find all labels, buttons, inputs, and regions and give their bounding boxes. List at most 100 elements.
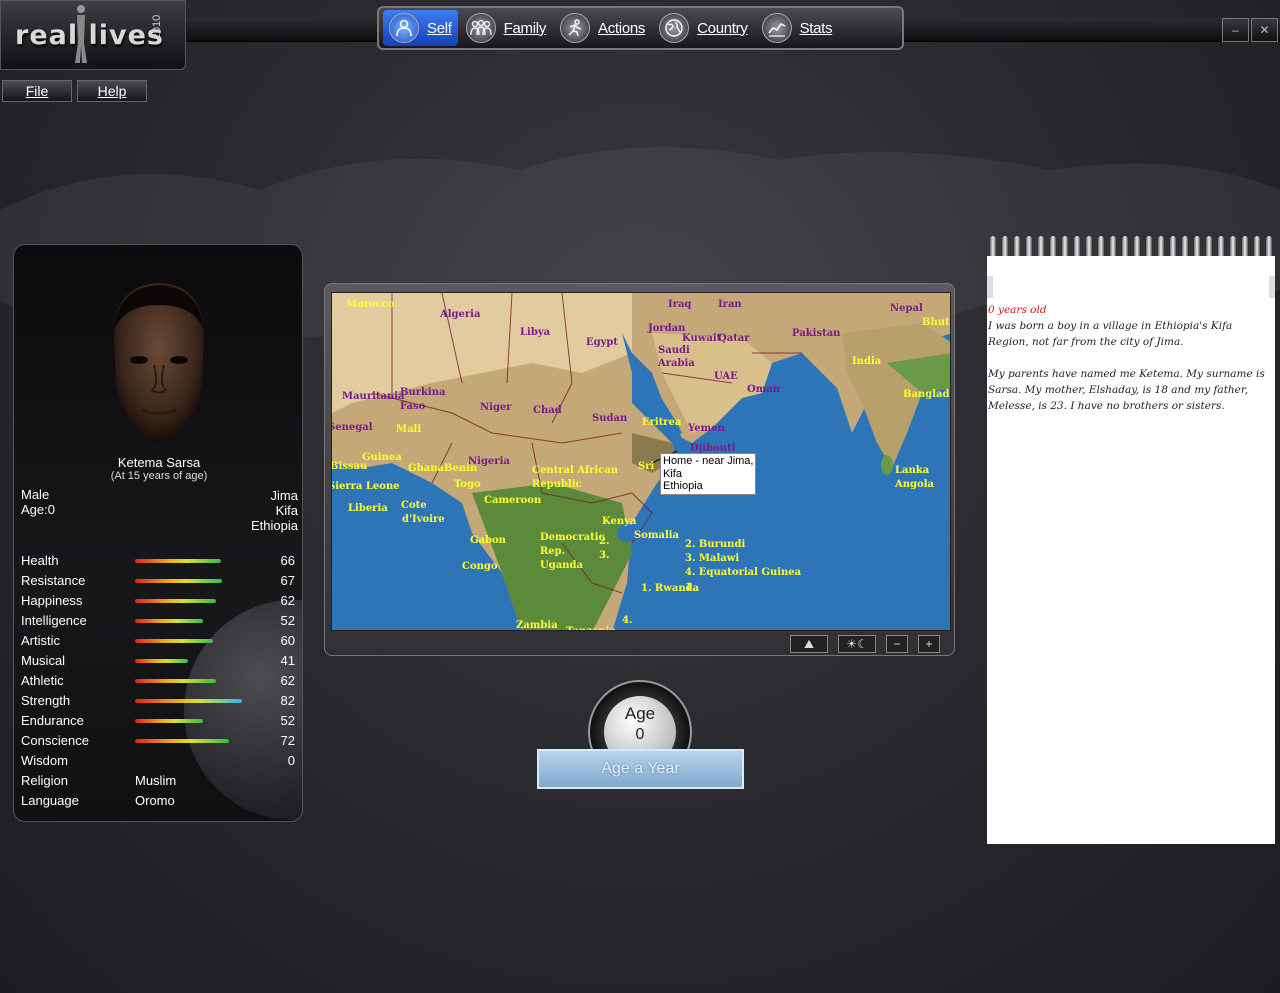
tab-stats[interactable]: Stats bbox=[756, 10, 839, 46]
spiral-ring bbox=[1074, 236, 1080, 258]
map-label: Republic bbox=[532, 479, 582, 490]
character-panel: Ketema Sarsa (At 15 years of age) Male A… bbox=[13, 244, 303, 822]
spiral-ring bbox=[1254, 236, 1260, 258]
map-label: Congo bbox=[462, 561, 498, 572]
map-label: Ghana bbox=[408, 463, 445, 474]
stat-value: 66 bbox=[280, 553, 295, 568]
tab-family-label: Family bbox=[503, 19, 547, 37]
stat-value: 62 bbox=[280, 593, 295, 608]
map-label: Bissau bbox=[332, 461, 367, 472]
logo-year: 2010 bbox=[150, 14, 163, 40]
stat-row-endurance: Endurance 52 bbox=[21, 711, 295, 731]
help-menu[interactable]: Help bbox=[77, 80, 147, 102]
stat-row-conscience: Conscience 72 bbox=[21, 731, 295, 751]
map-label: Bangladesh bbox=[903, 389, 951, 400]
map-panel: Morocco Algeria Libya Egypt Iraq Iran Jordan Ku… bbox=[324, 283, 955, 656]
stat-value: 0 bbox=[287, 753, 295, 768]
stat-row-happiness: Happiness 62 bbox=[21, 591, 295, 611]
map-toolbar: ⛰ ☀☾ − + bbox=[790, 635, 940, 653]
stat-bar bbox=[135, 739, 229, 743]
stat-row-health: Health 66 bbox=[21, 551, 295, 571]
tooltip-line-3: Ethiopia bbox=[663, 480, 703, 492]
map-label: 2. Burundi bbox=[685, 539, 745, 550]
character-sex: Male bbox=[21, 487, 50, 502]
map-label: Burkina bbox=[400, 387, 446, 398]
map-label: 3. bbox=[599, 550, 609, 561]
map-label: Togo bbox=[454, 479, 481, 490]
tab-actions[interactable]: Actions bbox=[554, 10, 651, 46]
stat-bar bbox=[135, 619, 203, 623]
religion-label: Religion bbox=[21, 773, 68, 788]
stat-row-artistic: Artistic 60 bbox=[21, 631, 295, 651]
stat-name: Strength bbox=[21, 693, 71, 708]
map-label: 4. Equatorial Guinea bbox=[685, 567, 802, 578]
map-label: India bbox=[852, 356, 882, 367]
map-label: 3. Malawi bbox=[685, 553, 739, 564]
world-map[interactable]: Morocco Algeria Libya Egypt Iraq Iran Jordan Ku… bbox=[331, 292, 951, 631]
map-label: 1. bbox=[685, 582, 695, 593]
minimize-button[interactable]: – bbox=[1222, 18, 1249, 42]
zoom-out-icon[interactable]: − bbox=[886, 635, 908, 653]
close-button[interactable]: ✕ bbox=[1251, 18, 1278, 42]
tab-self-label: Self bbox=[427, 19, 452, 37]
person-icon bbox=[389, 13, 419, 43]
journal-scroll-left[interactable] bbox=[987, 276, 993, 298]
tab-country[interactable]: Country bbox=[653, 10, 753, 46]
spiral-ring bbox=[1194, 236, 1200, 258]
age-value: 0 bbox=[635, 726, 645, 743]
religion-row: Religion Muslim bbox=[21, 771, 295, 791]
stat-name: Resistance bbox=[21, 573, 86, 588]
stat-value: 52 bbox=[280, 713, 295, 728]
map-label: Central African bbox=[532, 465, 619, 476]
language-value: Oromo bbox=[135, 793, 175, 808]
spiral-ring bbox=[1050, 236, 1056, 258]
map-icon[interactable]: ⛰ bbox=[790, 635, 828, 653]
tab-stats-label: Stats bbox=[799, 19, 833, 37]
zoom-in-icon[interactable]: + bbox=[918, 635, 940, 653]
main-tabs: Self Family Actions Country Stats bbox=[377, 6, 904, 50]
language-row: Language Oromo bbox=[21, 791, 295, 811]
map-label: Jordan bbox=[647, 323, 686, 334]
stat-name: Intelligence bbox=[21, 613, 87, 628]
map-label: Eritrea bbox=[642, 417, 682, 428]
map-label: d'Ivoire bbox=[402, 514, 445, 525]
spiral-ring bbox=[1206, 236, 1212, 258]
map-label: Egypt bbox=[586, 337, 618, 348]
stat-name: Happiness bbox=[21, 593, 83, 608]
map-label: Sudan bbox=[592, 413, 628, 424]
journal-age-title: 0 years old bbox=[988, 304, 1047, 316]
help-menu-label: Help bbox=[97, 83, 127, 99]
file-menu-label: File bbox=[25, 83, 49, 99]
file-menu[interactable]: File bbox=[2, 80, 72, 102]
age-a-year-button[interactable]: Age a Year bbox=[537, 749, 744, 789]
map-label: Angola bbox=[894, 479, 934, 490]
stat-name: Musical bbox=[21, 653, 66, 668]
map-label: Mali bbox=[396, 424, 421, 435]
age-label: Age bbox=[624, 704, 656, 723]
chart-icon bbox=[761, 13, 792, 43]
family-icon bbox=[465, 13, 496, 43]
stat-name: Wisdom bbox=[21, 753, 68, 768]
stat-name: Health bbox=[21, 553, 59, 568]
home-tooltip: Home - near Jima, Kifa Ethiopia bbox=[660, 453, 757, 495]
spiral-ring bbox=[1134, 236, 1140, 258]
journal-scrollbar[interactable] bbox=[1269, 276, 1275, 298]
app-logo: real lives 2010 bbox=[0, 0, 186, 70]
journal[interactable]: 0 years old I was born a boy in a villag… bbox=[987, 256, 1275, 844]
stat-value: 72 bbox=[280, 733, 295, 748]
map-label: Arabia bbox=[657, 358, 695, 369]
tab-self[interactable]: Self bbox=[383, 10, 458, 46]
tab-family[interactable]: Family bbox=[460, 10, 552, 46]
day-night-icon[interactable]: ☀☾ bbox=[838, 635, 876, 653]
map-label: Sri bbox=[638, 461, 654, 472]
spiral-ring bbox=[1122, 236, 1128, 258]
tab-country-label: Country bbox=[697, 19, 748, 37]
stat-value: 62 bbox=[280, 673, 295, 688]
map-label: Gabon bbox=[470, 535, 507, 546]
stat-row-strength: Strength 82 bbox=[21, 691, 295, 711]
logo-figure-icon bbox=[75, 5, 87, 63]
map-label: UAE bbox=[714, 371, 738, 382]
stat-name: Athletic bbox=[21, 673, 64, 688]
map-label: Libya bbox=[520, 327, 551, 338]
tooltip-line-2: Kifa bbox=[663, 467, 682, 480]
